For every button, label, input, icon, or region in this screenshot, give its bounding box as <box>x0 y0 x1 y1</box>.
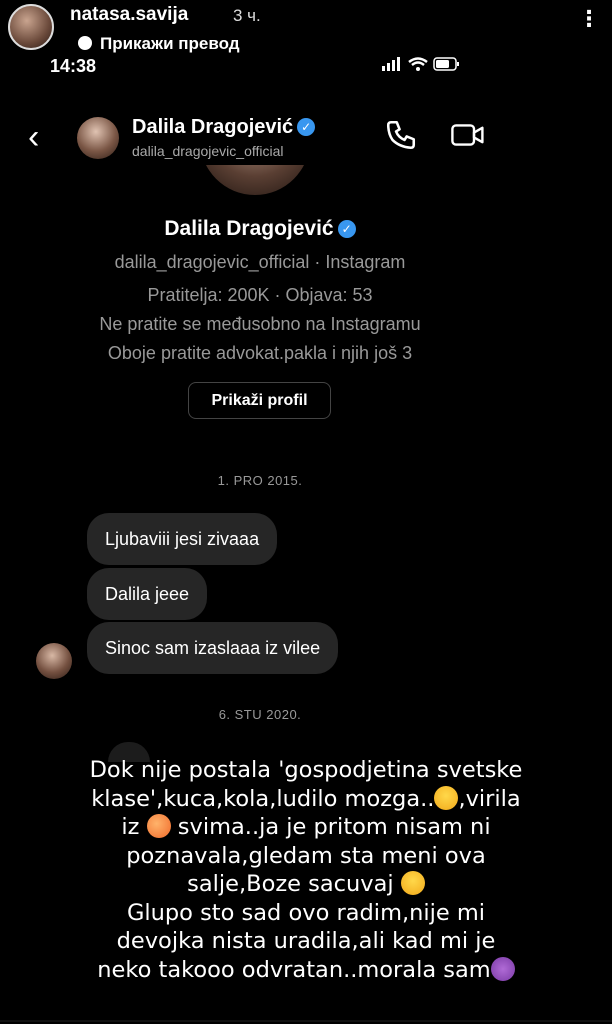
tears-of-joy-emoji-icon <box>400 871 425 895</box>
story-username[interactable]: natasa.savija <box>70 4 188 26</box>
chat-handle: dalila_dragojevic_official <box>132 143 284 159</box>
profile-avatar[interactable] <box>200 165 310 195</box>
translate-button[interactable]: Прикажи превод <box>100 34 240 54</box>
tears-of-joy-emoji-icon <box>434 785 459 810</box>
caption-line: poznavala,gledam sta meni ova <box>126 842 486 869</box>
caption-line: salje,Boze sacuvaj <box>30 870 582 899</box>
chat-title[interactable]: Dalila Dragojević ✓ <box>132 116 316 139</box>
sender-avatar[interactable] <box>36 643 72 679</box>
view-profile-button[interactable]: Prikaži profil <box>188 382 331 419</box>
follow-note: Ne pratite se međusobno na Instagramu <box>99 314 421 334</box>
mutual-followers: Oboje pratite advokat.pakla i njih još 3 <box>107 343 413 363</box>
story-time: 3 ч. <box>233 6 261 25</box>
more-options-icon[interactable]: ⋮ <box>578 6 600 32</box>
wifi-icon <box>408 57 428 71</box>
battery-icon <box>433 57 459 71</box>
phone-icon[interactable] <box>384 118 418 152</box>
verified-icon: ✓ <box>337 220 356 238</box>
caption-line: Glupo sto sad ovo radim,nije mi <box>126 899 486 926</box>
chat-avatar[interactable] <box>77 117 119 159</box>
caption-line: iz svima..ja je pritom nisam ni <box>121 814 491 840</box>
chat-name: Dalila Dragojević <box>132 116 294 138</box>
profile-name-text: Dalila Dragojević <box>164 217 334 240</box>
caption-line: devojka nista uradila,ali kad mi je <box>116 928 496 954</box>
caption-line: klase',kuca,kola,ludilo mozga.. ,virila <box>91 785 521 812</box>
status-icons <box>382 57 459 71</box>
translate-icon[interactable] <box>78 36 92 50</box>
back-icon[interactable]: ‹ <box>28 118 39 157</box>
story-avatar[interactable] <box>8 4 54 50</box>
caption-line: neko takooo odvratan..morala sam <box>30 956 582 985</box>
profile-name: Dalila Dragojević ✓ <box>0 217 520 241</box>
signal-icon <box>382 57 400 71</box>
caption-line: Dok nije postala 'gospodjetina svetske <box>89 757 523 783</box>
date-separator: 6. STU 2020. <box>218 707 302 722</box>
verified-icon: ✓ <box>297 118 316 136</box>
bottom-divider <box>0 1020 612 1022</box>
message-bubble[interactable]: Ljubaviii jesi zivaaa <box>87 513 278 565</box>
status-clock: 14:38 <box>50 56 97 76</box>
date-separator: 1. PRO 2015. <box>217 473 303 488</box>
smiling-devil-emoji-icon <box>490 956 515 981</box>
message-bubble[interactable]: Sinoc sam izaslaaa iz vilee <box>87 622 339 674</box>
profile-handle: dalila_dragojevic_official · Instagram <box>114 252 406 272</box>
video-camera-icon[interactable] <box>450 120 486 150</box>
peach-emoji-icon <box>146 814 171 838</box>
profile-stats: Pratitelja: 200K · Objava: 53 <box>147 285 373 305</box>
message-bubble[interactable]: Dalila jeee <box>87 568 208 620</box>
story-caption: Dok nije postala 'gospodjetina svetske k… <box>30 756 582 984</box>
